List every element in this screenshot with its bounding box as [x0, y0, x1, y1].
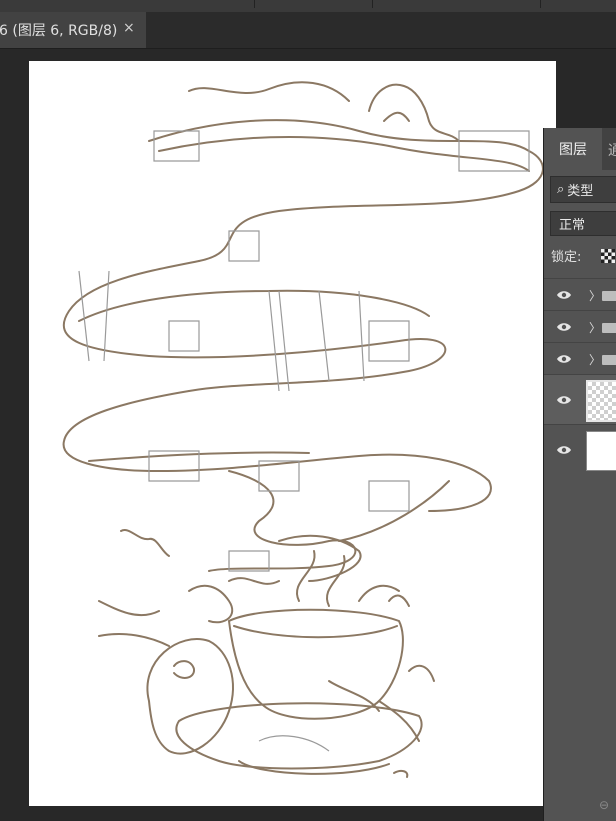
- link-layers-icon[interactable]: ⊖: [599, 798, 609, 812]
- eye-icon[interactable]: [556, 354, 572, 364]
- folder-icon: [602, 323, 616, 333]
- tab-layers-label: 图层: [559, 142, 587, 158]
- artboard-canvas[interactable]: [29, 61, 556, 806]
- eye-icon[interactable]: [556, 395, 572, 405]
- options-bar-fragment: [0, 0, 616, 12]
- lock-transparent-pixels-icon[interactable]: [601, 249, 615, 263]
- layer-thumbnail-transparent: [586, 380, 616, 422]
- layer-filter-dropdown[interactable]: ⌕ 类型: [550, 176, 616, 203]
- eye-icon[interactable]: [556, 290, 572, 300]
- layers-panel: 图层 通 ⌕ 类型 正常 锁定: 〉 〉 〉 ⊖: [543, 128, 616, 821]
- document-tab[interactable]: 6 (图层 6, RGB/8) ×: [0, 12, 146, 48]
- layer-row-group-3[interactable]: 〉: [544, 342, 616, 375]
- chevron-right-icon[interactable]: 〉: [589, 351, 601, 368]
- folder-icon: [602, 355, 616, 365]
- search-icon: ⌕: [557, 182, 565, 197]
- blend-mode-dropdown[interactable]: 正常: [550, 211, 616, 236]
- tab-layers[interactable]: 图层: [544, 128, 602, 170]
- eye-icon[interactable]: [556, 322, 572, 332]
- chevron-right-icon[interactable]: 〉: [589, 319, 601, 336]
- layer-row-group-1[interactable]: 〉: [544, 278, 616, 311]
- layer-filter-label: 类型: [567, 184, 594, 199]
- close-icon[interactable]: ×: [123, 20, 135, 36]
- chevron-right-icon[interactable]: 〉: [589, 287, 601, 304]
- blend-mode-label: 正常: [559, 218, 586, 233]
- tab-channels[interactable]: 通: [608, 140, 616, 160]
- lock-label: 锁定:: [551, 250, 582, 265]
- layer-thumbnail-white: [586, 431, 616, 471]
- eye-icon[interactable]: [556, 445, 572, 455]
- layer-row-group-2[interactable]: 〉: [544, 310, 616, 343]
- panel-tab-bar: 图层 通: [544, 128, 616, 170]
- document-tab-bar: 6 (图层 6, RGB/8) ×: [0, 12, 616, 49]
- document-tab-title: 6 (图层 6, RGB/8): [0, 23, 118, 39]
- layer-row-background[interactable]: [544, 424, 616, 475]
- layer-row-pixel-selected[interactable]: [544, 374, 616, 425]
- sketch-drawing: [62, 81, 544, 778]
- folder-icon: [602, 291, 616, 301]
